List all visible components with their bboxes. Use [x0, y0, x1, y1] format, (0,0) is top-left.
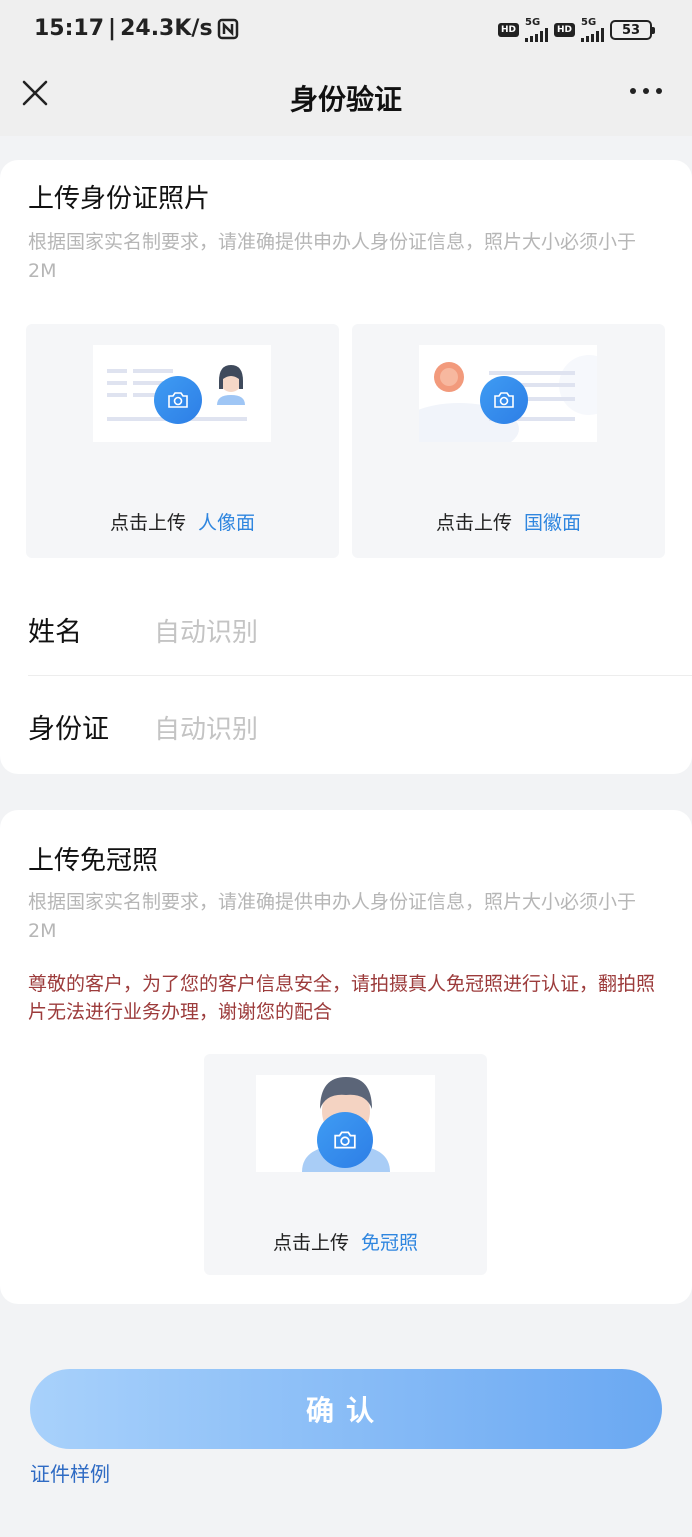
- upload-back-button[interactable]: 点击上传 国徽面: [352, 324, 665, 558]
- name-label: 姓名: [28, 617, 82, 648]
- net-type-2: 5G: [581, 17, 597, 28]
- status-speed: 24.3K/s: [120, 16, 213, 41]
- camera-icon: [154, 376, 202, 424]
- status-sep: |: [108, 16, 117, 41]
- more-icon[interactable]: [630, 88, 662, 94]
- hd-badge-2: HD: [553, 23, 575, 37]
- name-input[interactable]: 自动识别: [154, 612, 258, 649]
- id-number-input[interactable]: 自动识别: [154, 709, 258, 746]
- camera-icon: [480, 376, 528, 424]
- upload-photo-button[interactable]: 点击上传 免冠照: [204, 1054, 487, 1275]
- id-section-subtitle: 根据国家实名制要求，请准确提供申办人身份证信息，照片大小必须小于2M: [28, 231, 637, 282]
- signal-icon-1: 5G: [524, 17, 548, 42]
- photo-warning-text: 尊敬的客户，为了您的客户信息安全，请拍摄真人免冠照进行认证，翻拍照片无法进行业务…: [28, 973, 656, 1023]
- nav-bar: 身份验证: [0, 64, 692, 136]
- back-side-label: 国徽面: [524, 512, 582, 534]
- net-type-1: 5G: [524, 17, 541, 28]
- id-section-title: 上传身份证照片: [28, 184, 211, 214]
- hd-badge-1: HD: [497, 23, 519, 37]
- upload-prefix: 点击上传: [435, 512, 512, 534]
- upload-photo-label: 点击上传 免冠照: [204, 1228, 487, 1255]
- id-number-label: 身份证: [28, 714, 109, 745]
- upload-prefix: 点击上传: [109, 512, 186, 534]
- photo-section-title: 上传免冠照: [28, 846, 159, 876]
- status-left: 15:17 | 24.3K/s: [34, 16, 239, 41]
- status-right: HD 5G HD 5G 53: [497, 17, 655, 42]
- battery-level: 53: [621, 22, 641, 38]
- upload-prefix: 点击上传: [272, 1232, 349, 1254]
- photo-section: 上传免冠照 根据国家实名制要求，请准确提供申办人身份证信息，照片大小必须小于2M…: [0, 810, 692, 1304]
- upload-back-label: 点击上传 国徽面: [352, 508, 665, 535]
- id-card-section: 上传身份证照片 根据国家实名制要求，请准确提供申办人身份证信息，照片大小必须小于…: [0, 160, 692, 774]
- photo-section-subtitle: 根据国家实名制要求，请准确提供申办人身份证信息，照片大小必须小于2M: [28, 891, 637, 942]
- confirm-button[interactable]: 确认: [30, 1369, 662, 1449]
- photo-label: 免冠照: [361, 1232, 419, 1254]
- nfc-icon: [217, 18, 238, 39]
- battery-icon: 53: [610, 20, 655, 40]
- status-bar: 15:17 | 24.3K/s HD 5G HD 5G 53: [0, 0, 692, 64]
- page-title: 身份验证: [289, 83, 402, 116]
- upload-front-label: 点击上传 人像面: [26, 508, 339, 535]
- upload-front-button[interactable]: 点击上传 人像面: [26, 324, 339, 558]
- field-divider: [28, 675, 692, 676]
- sample-link[interactable]: 证件样例: [30, 1458, 110, 1487]
- camera-icon: [317, 1112, 373, 1168]
- front-side-label: 人像面: [198, 512, 256, 534]
- signal-icon-2: 5G: [581, 18, 604, 42]
- status-time: 15:17: [34, 16, 105, 41]
